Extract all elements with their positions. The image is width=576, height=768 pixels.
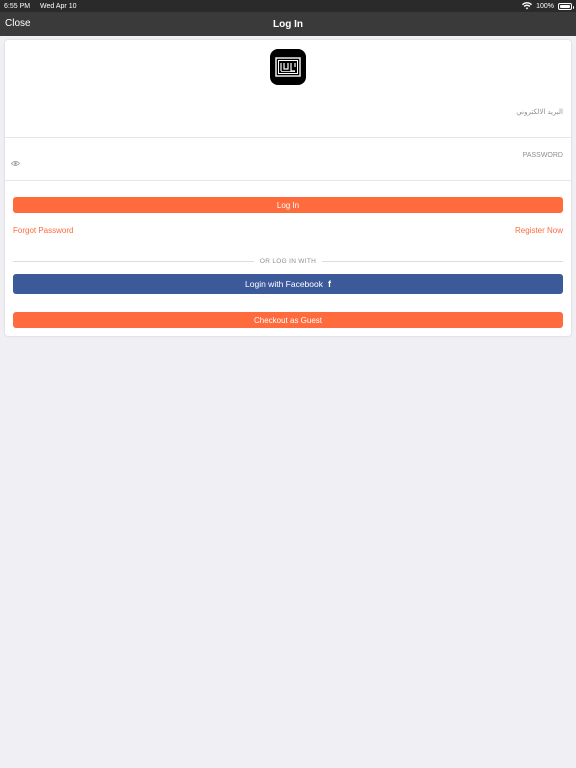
app-logo-icon bbox=[270, 49, 306, 85]
or-divider: OR LOG IN WITH bbox=[13, 256, 564, 266]
facebook-icon: f bbox=[327, 279, 331, 289]
page-title: Log In bbox=[273, 18, 303, 30]
forgot-password-link[interactable]: Forgot Password bbox=[13, 226, 73, 235]
status-left: 6:55 PM Wed Apr 10 bbox=[4, 3, 84, 10]
facebook-login-label: Login with Facebook bbox=[245, 279, 323, 289]
status-right: 100% bbox=[522, 2, 574, 10]
eye-icon[interactable] bbox=[11, 160, 20, 167]
or-login-with-text: OR LOG IN WITH bbox=[259, 257, 317, 265]
email-label: البريد الالكتروني bbox=[516, 109, 563, 116]
facebook-login-button[interactable]: Login with Facebook f bbox=[13, 274, 563, 294]
wifi-icon bbox=[522, 2, 533, 10]
email-field[interactable] bbox=[13, 120, 533, 132]
password-field[interactable] bbox=[25, 160, 545, 172]
status-bar: 6:55 PM Wed Apr 10 100% bbox=[0, 0, 576, 12]
divider-line-left bbox=[13, 260, 254, 262]
email-field-container: البريد الالكتروني bbox=[5, 96, 571, 138]
login-button[interactable]: Log In bbox=[13, 197, 563, 213]
register-now-link[interactable]: Register Now bbox=[515, 226, 563, 235]
battery-percent: 100% bbox=[536, 2, 554, 10]
logo-mark bbox=[275, 57, 301, 77]
checkout-guest-button[interactable]: Checkout as Guest bbox=[13, 312, 563, 328]
divider-line-right bbox=[322, 260, 564, 262]
password-label: PASSWORD bbox=[522, 152, 563, 159]
status-date: Wed Apr 10 bbox=[40, 2, 77, 10]
password-field-container: PASSWORD bbox=[5, 138, 571, 181]
nav-bar: Close Log In bbox=[0, 12, 576, 36]
battery-icon bbox=[558, 2, 574, 10]
status-time: 6:55 PM bbox=[4, 2, 31, 10]
close-button[interactable]: Close bbox=[5, 12, 31, 36]
login-card: البريد الالكتروني PASSWORD Log In Forgot… bbox=[5, 40, 571, 336]
